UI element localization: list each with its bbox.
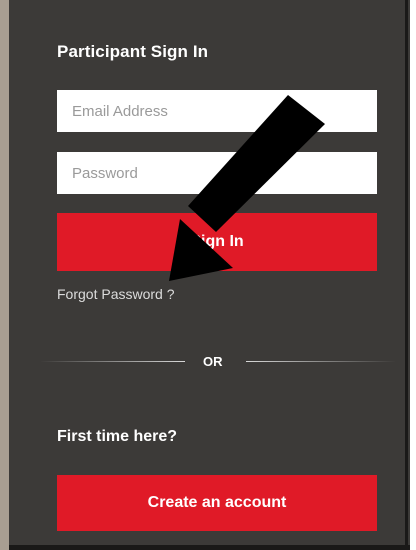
first-time-prompt: First time here? (57, 428, 178, 445)
forgot-password-link[interactable]: Forgot Password ? (57, 286, 175, 302)
signin-title: Participant Sign In (57, 42, 209, 61)
divider-line-right (246, 361, 396, 362)
create-account-button[interactable]: Create an account (57, 475, 377, 531)
divider-line-left (40, 361, 185, 362)
panel-right-border (405, 0, 408, 550)
email-field[interactable] (57, 90, 377, 132)
password-field[interactable] (57, 152, 377, 194)
signin-panel (9, 0, 410, 550)
panel-bottom-border (9, 545, 410, 550)
or-label: OR (203, 354, 223, 369)
left-edge-strip (0, 0, 9, 550)
signin-button[interactable]: Sign In (57, 213, 377, 271)
